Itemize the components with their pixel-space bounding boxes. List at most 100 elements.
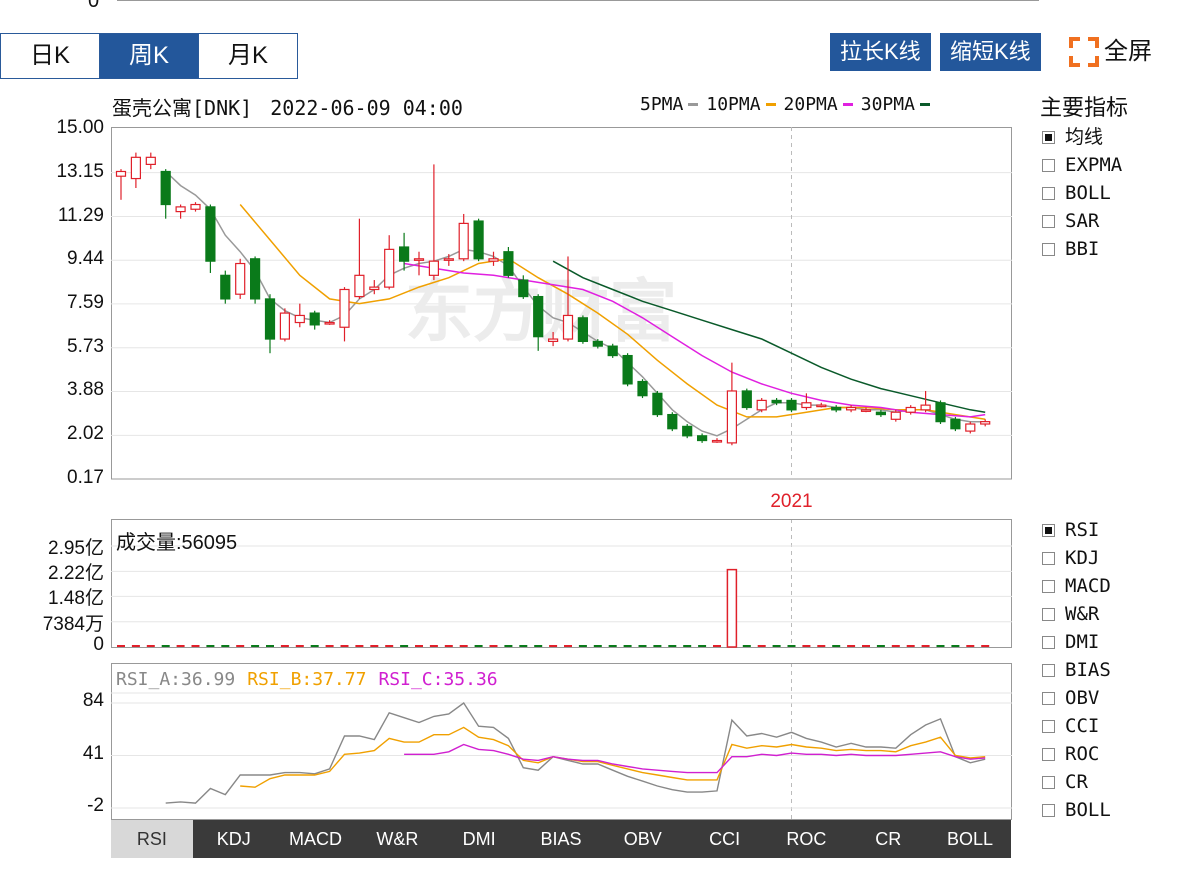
sub-indicator-item[interactable]: BIAS <box>1042 656 1111 684</box>
volume-bar <box>951 645 960 647</box>
indicator-tab-dmi[interactable]: DMI <box>438 820 520 858</box>
fullscreen-label: 全屏 <box>1104 38 1152 65</box>
tab-month[interactable]: 月K <box>199 34 297 78</box>
volume-bar <box>936 645 945 647</box>
volume-frame <box>111 519 1012 648</box>
main-indicator-title: 主要指标 <box>1040 95 1129 120</box>
candle-body <box>965 423 976 432</box>
sub-indicator-item[interactable]: W&R <box>1042 600 1111 628</box>
sub-indicator-item[interactable]: KDJ <box>1042 544 1111 572</box>
price-tick-label: 11.29 <box>57 204 104 226</box>
main-indicator-item[interactable]: EXPMA <box>1042 151 1122 179</box>
top-axis-label: 0 <box>88 0 100 12</box>
sub-indicator-item[interactable]: CR <box>1042 768 1111 796</box>
indicator-tab-obv[interactable]: OBV <box>602 820 684 858</box>
candle-body <box>652 392 663 416</box>
fullscreen-icon <box>1069 37 1099 67</box>
candle <box>607 343 618 358</box>
sub-indicator-label: KDJ <box>1065 547 1100 569</box>
main-indicator-label: EXPMA <box>1065 154 1123 176</box>
checkbox[interactable] <box>1042 130 1055 144</box>
sub-indicator-item[interactable]: BOLL <box>1042 796 1111 824</box>
indicator-tab-cci[interactable]: CCI <box>684 820 766 858</box>
indicator-tab-macd[interactable]: MACD <box>275 820 357 858</box>
candle <box>503 247 514 278</box>
candle-body <box>309 312 320 326</box>
indicator-tab-roc[interactable]: ROC <box>766 820 848 858</box>
tab-week[interactable]: 周K <box>100 34 199 78</box>
candle <box>115 169 127 200</box>
candle-body <box>548 338 559 343</box>
candle <box>399 232 410 271</box>
checkbox[interactable] <box>1042 607 1055 621</box>
ma-legend-label: 10PMA <box>706 94 761 115</box>
candlestick-chart: 2021东方财富 <box>111 127 1012 511</box>
shorten-kline-button[interactable]: 缩短K线 <box>940 33 1041 71</box>
checkbox[interactable] <box>1042 242 1055 256</box>
main-indicator-label: 均线 <box>1065 126 1104 148</box>
candle-body <box>637 380 648 397</box>
checkbox[interactable] <box>1042 719 1055 733</box>
volume-bar <box>891 645 900 647</box>
volume-bar <box>683 645 692 647</box>
year-label: 2021 <box>770 491 812 511</box>
indicator-tab-wrr[interactable]: W&R <box>356 820 438 858</box>
checkbox[interactable] <box>1042 747 1055 761</box>
sub-indicator-item[interactable]: OBV <box>1042 684 1111 712</box>
checkbox[interactable] <box>1042 663 1055 677</box>
sub-indicator-item[interactable]: DMI <box>1042 628 1111 656</box>
indicator-tab-boll[interactable]: BOLL <box>929 820 1011 858</box>
checkbox[interactable] <box>1042 579 1055 593</box>
candle-body <box>473 220 484 260</box>
checkbox[interactable] <box>1042 158 1055 172</box>
volume-bar <box>713 645 721 647</box>
main-indicator-item[interactable]: BBI <box>1042 235 1122 263</box>
checkbox[interactable] <box>1042 775 1055 789</box>
indicator-tab-bias[interactable]: BIAS <box>520 820 602 858</box>
main-indicator-item[interactable]: BOLL <box>1042 179 1122 207</box>
candle-body <box>503 251 514 276</box>
main-indicator-item[interactable]: 均线 <box>1042 123 1122 151</box>
candle-body <box>860 409 872 412</box>
fullscreen-button[interactable]: 全屏 <box>1068 33 1152 71</box>
sub-indicator-item[interactable]: MACD <box>1042 572 1111 600</box>
main-indicator-list: 均线 EXPMA BOLL SAR BBI <box>1042 123 1122 263</box>
checkbox[interactable] <box>1042 523 1055 537</box>
sub-indicator-item[interactable]: CCI <box>1042 712 1111 740</box>
checkbox[interactable] <box>1042 186 1055 200</box>
sub-indicator-label: OBV <box>1065 687 1100 709</box>
volume-title: 成交量:56095 <box>116 532 238 554</box>
volume-bar <box>802 645 811 647</box>
volume-bar <box>698 645 707 647</box>
main-indicator-item[interactable]: SAR <box>1042 207 1122 235</box>
rsi-legend: RSI_A:36.99 RSI_B:37.77 RSI_C:35.36 <box>116 669 498 690</box>
main-indicator-label: BBI <box>1065 238 1100 260</box>
checkbox[interactable] <box>1042 691 1055 705</box>
checkbox[interactable] <box>1042 551 1055 565</box>
indicator-tab-rsi[interactable]: RSI <box>111 820 193 858</box>
sub-indicator-item[interactable]: ROC <box>1042 740 1111 768</box>
indicator-tab-kdj[interactable]: KDJ <box>193 820 275 858</box>
sub-indicator-label: MACD <box>1065 575 1111 597</box>
volume-bar <box>564 645 572 647</box>
stretch-kline-button[interactable]: 拉长K线 <box>830 33 931 71</box>
candle <box>279 308 290 342</box>
sub-indicator-item[interactable]: RSI <box>1042 516 1111 544</box>
candle-body <box>935 402 946 423</box>
candle-body <box>980 421 991 425</box>
sub-indicator-list: RSI KDJ MACD W&R DMI BIAS OBV CCI ROC CR BOLL <box>1042 516 1111 824</box>
price-tick-label: 15.00 <box>56 117 104 138</box>
price-tick-label: 9.44 <box>67 248 104 270</box>
sub-indicator-label: W&R <box>1065 603 1100 625</box>
sub-indicator-label: BOLL <box>1065 799 1111 821</box>
candle <box>726 362 738 446</box>
tab-day[interactable]: 日K <box>1 34 100 78</box>
checkbox[interactable] <box>1042 214 1055 228</box>
checkbox[interactable] <box>1042 803 1055 817</box>
checkbox[interactable] <box>1042 635 1055 649</box>
candle-body <box>115 170 127 177</box>
candle <box>473 218 484 262</box>
volume-bar <box>146 645 155 647</box>
candle-body <box>950 418 961 430</box>
indicator-tab-cr[interactable]: CR <box>847 820 929 858</box>
